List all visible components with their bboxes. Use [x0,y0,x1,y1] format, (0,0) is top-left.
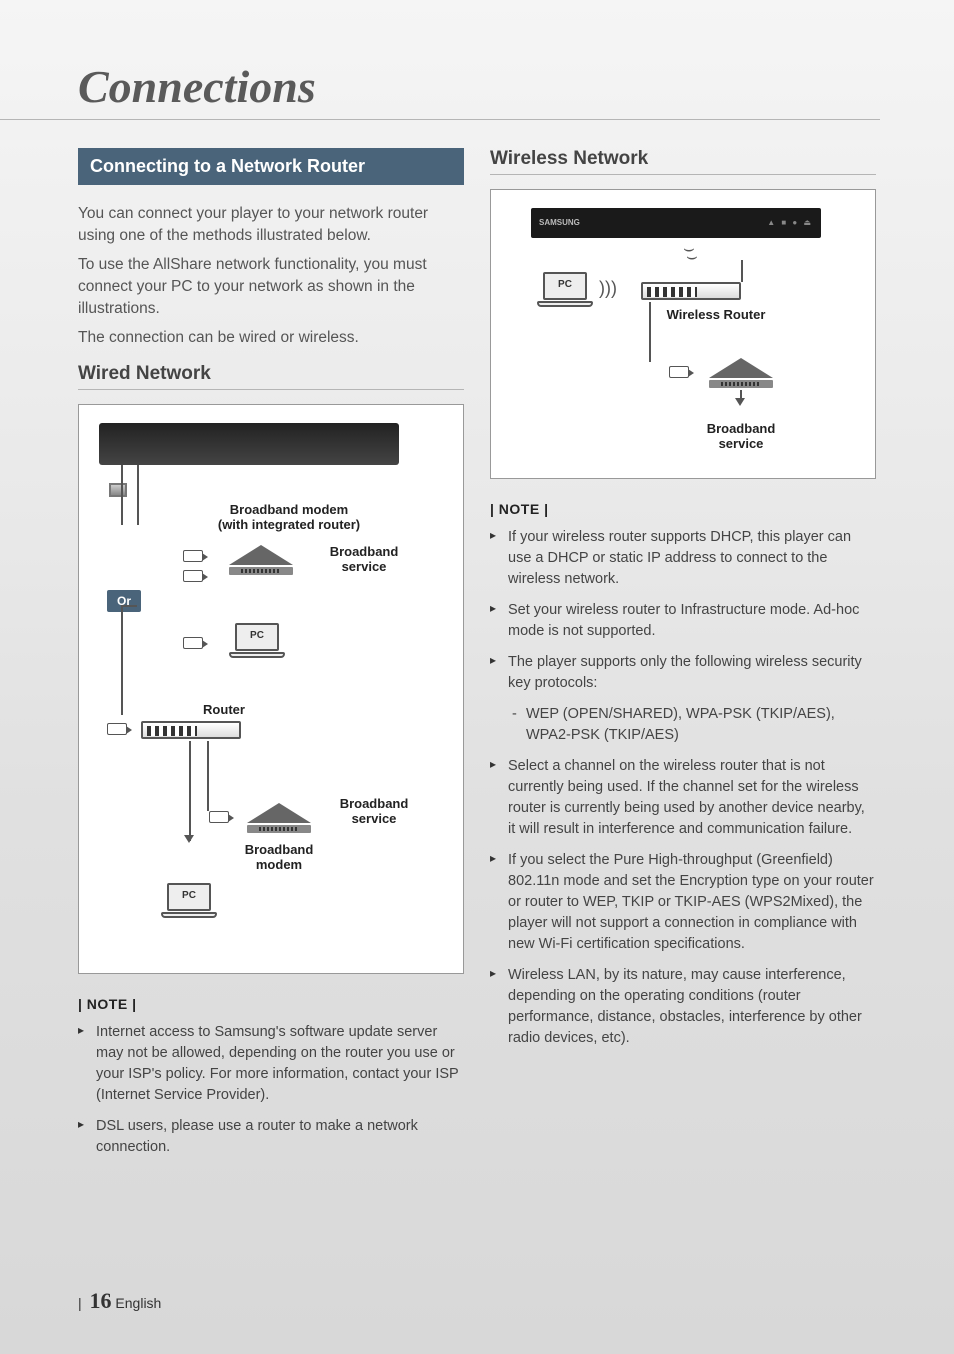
bb-service2-l1: Broadband [340,796,409,811]
or-badge: Or [107,590,141,612]
pc-label-text-3: PC [537,279,593,290]
wired-network-diagram: Broadband modem (with integrated router)… [78,404,464,974]
wifi-signal-icon: ⌣ [683,238,695,259]
note-item: Select a channel on the wireless router … [490,756,876,840]
note-item: DSL users, please use a router to make a… [78,1116,464,1158]
pc-label-text: PC [229,630,285,641]
note-item: Wireless LAN, by its nature, may cause i… [490,965,876,1049]
bb-service-l2: service [342,559,387,574]
wireless-router-label: Wireless Router [651,308,781,323]
broadband-service-label-1: Broadband service [319,545,409,575]
broadband-modem-integrated-label: Broadband modem (with integrated router) [189,503,389,533]
broadband-service-label-2: Broadband service [329,797,419,827]
wifi-signal-icon: ))) [599,278,617,299]
bb-modem-l1: Broadband [245,842,314,857]
pc-laptop-icon: PC [537,272,593,312]
right-column: Wireless Network SAMSUNG ▲ ■ ● ⏏ ⌣ ⌣ PC … [490,148,876,1168]
modem-icon [229,545,293,575]
plug-icon [183,550,203,562]
intro-paragraph-1: You can connect your player to your netw… [78,203,464,246]
plug-icon [183,570,203,582]
note-item: Internet access to Samsung's software up… [78,1022,464,1106]
note-header-left: | NOTE | [78,996,464,1012]
wireless-network-heading: Wireless Network [490,148,876,170]
plug-icon [107,723,127,735]
player-device-icon [99,423,399,465]
pc-label-text-2: PC [161,890,217,901]
note-item: If your wireless router supports DHCP, t… [490,527,876,590]
modem-icon [709,358,773,388]
wireless-network-diagram: SAMSUNG ▲ ■ ● ⏏ ⌣ ⌣ PC ))) Wireless Rout… [490,189,876,479]
intro-paragraph-2: To use the AllShare network functionalit… [78,254,464,319]
note-item: If you select the Pure High-throughput (… [490,850,876,955]
page-footer: | 16 English [78,1288,161,1314]
footer-pipe: | [78,1295,82,1311]
modem-icon [247,803,311,833]
bb-service-wl-l1: Broadband [707,421,776,436]
note-item: The player supports only the following w… [490,652,876,694]
chapter-title: Connections [0,60,880,120]
note-item: Set your wireless router to Infrastructu… [490,600,876,642]
wired-network-heading: Wired Network [78,363,464,385]
pc-laptop-icon: PC [229,623,285,663]
note-sub-item: WEP (OPEN/SHARED), WPA-PSK (TKIP/AES), W… [490,704,876,746]
pc-laptop-icon: PC [161,883,217,923]
bb-modem-l2: modem [256,857,302,872]
player-status-icons: ▲ ■ ● ⏏ [767,218,813,227]
section-header-connecting: Connecting to a Network Router [78,148,464,185]
divider-line [78,389,464,390]
plug-icon [183,637,203,649]
bb-modem-line1: Broadband modem [230,502,348,517]
bb-modem-line2: (with integrated router) [218,517,360,532]
plug-icon [209,811,229,823]
bb-service-wl-l2: service [719,436,764,451]
page: Connections Connecting to a Network Rout… [0,0,954,1354]
bb-service-l1: Broadband [330,544,399,559]
broadband-service-label-wireless: Broadband service [691,422,791,452]
note-header-right: | NOTE | [490,501,876,517]
router-icon [141,721,241,739]
ethernet-port-icon [109,483,127,497]
divider-line [490,174,876,175]
note-list-left: Internet access to Samsung's software up… [78,1022,464,1158]
plug-icon [669,366,689,378]
page-number: 16 [90,1288,112,1313]
footer-language: English [115,1295,161,1311]
wireless-router-icon [641,282,741,300]
bb-service2-l2: service [352,811,397,826]
antenna-icon [741,260,743,282]
content-columns: Connecting to a Network Router You can c… [0,148,954,1168]
player-device-icon: SAMSUNG ▲ ■ ● ⏏ [531,208,821,238]
router-label: Router [189,703,259,718]
intro-paragraph-3: The connection can be wired or wireless. [78,327,464,349]
note-list-right: If your wireless router supports DHCP, t… [490,527,876,1049]
broadband-modem-label: Broadband modem [229,843,329,873]
samsung-brand-text: SAMSUNG [539,218,580,227]
left-column: Connecting to a Network Router You can c… [78,148,464,1168]
